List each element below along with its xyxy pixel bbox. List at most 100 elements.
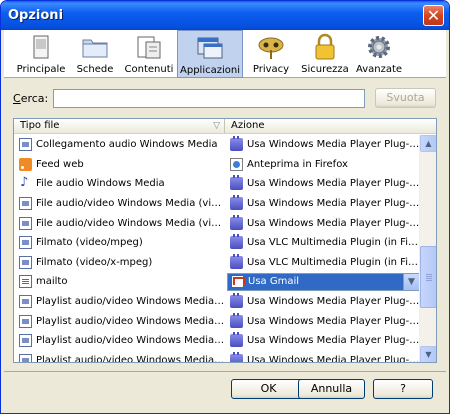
plug-icon	[230, 214, 243, 230]
action-label: Usa Windows Media Player Plug-in Dyn...	[247, 198, 420, 210]
table-row[interactable]: Playlist audio/video Windows Media (ap..…	[14, 292, 420, 312]
type-cell: Playlist audio/video Windows Media (vi..…	[14, 311, 225, 331]
action-cell[interactable]: Usa Windows Media Player Plug-in Dyn...	[225, 292, 420, 312]
media-icon	[19, 334, 32, 348]
media-icon	[19, 353, 32, 362]
type-cell: File audio/video Windows Media (video...	[14, 194, 225, 214]
table-row[interactable]: Filmato (video/mpeg) Usa VLC Multimedia P…	[14, 233, 420, 253]
action-cell[interactable]: Usa Windows Media Player Plug-in Dyn...	[225, 194, 420, 214]
title-bar[interactable]: Opzioni	[1, 1, 449, 30]
tab-principale[interactable]: Principale	[15, 30, 67, 78]
plug-icon	[230, 332, 243, 348]
tab-label: Applicazioni	[180, 65, 240, 76]
action-label: Usa Gmail	[248, 276, 300, 288]
ok-button[interactable]: OK	[231, 379, 306, 399]
close-button[interactable]: ✕	[423, 5, 444, 26]
table-row[interactable]: Collegamento audio Windows Media Usa Wind…	[14, 135, 420, 155]
type-cell: Playlist audio/video Windows Media (vi..…	[14, 351, 225, 363]
list-rows: Collegamento audio Windows Media Usa Wind…	[14, 135, 420, 363]
plug-icon	[230, 351, 243, 362]
dialog-buttons: OK Annulla ?	[1, 379, 449, 403]
type-label: File audio Windows Media	[36, 178, 165, 190]
action-cell[interactable]: Usa VLC Multimedia Plugin (in Firefox)	[225, 233, 420, 253]
tab-avanzate[interactable]: Avanzate	[353, 30, 405, 78]
action-cell[interactable]: Usa Windows Media Player Plug-in Dyn...	[225, 213, 420, 233]
footer-divider	[4, 371, 446, 372]
action-label: Usa Windows Media Player Plug-in Dyn...	[247, 335, 420, 347]
cancel-button[interactable]: Annulla	[298, 379, 365, 399]
table-row[interactable]: Filmato (video/x-mpeg) Usa VLC Multimedia…	[14, 253, 420, 273]
gear-icon	[364, 32, 394, 62]
action-label: Usa Windows Media Player Plug-in Dyn...	[247, 178, 420, 190]
scroll-down-button[interactable]: ▼	[420, 346, 436, 362]
table-row[interactable]: Playlist audio/video Windows Media (vi..…	[14, 311, 420, 331]
lock-icon	[310, 32, 340, 62]
search-label-rest: erca:	[20, 91, 49, 105]
action-cell[interactable]: Anteprima in Firefox	[225, 155, 420, 175]
scroll-up-button[interactable]: ▲	[420, 135, 436, 152]
action-cell[interactable]: Usa Windows Media Player Plug-in Dyn...	[225, 311, 420, 331]
type-cell: File audio/video Windows Media (video...	[14, 213, 225, 233]
plug-icon	[230, 175, 243, 191]
type-cell: Collegamento audio Windows Media	[14, 135, 225, 155]
gmail-icon	[231, 275, 245, 289]
tab-contenuti[interactable]: Contenuti	[123, 30, 175, 78]
action-label: Usa Windows Media Player Plug-in Dyn...	[247, 354, 420, 363]
action-cell[interactable]: Usa Windows Media Player Plug-in Dyn...	[225, 331, 420, 351]
preview-icon	[230, 157, 243, 171]
table-row[interactable]: Playlist audio/video Windows Media (vi..…	[14, 331, 420, 351]
type-cell: File audio Windows Media	[14, 174, 225, 194]
table-row[interactable]: File audio/video Windows Media (video...…	[14, 213, 420, 233]
action-cell[interactable]: Usa Windows Media Player Plug-in Dyn...	[225, 135, 420, 155]
type-label: File audio/video Windows Media (video...	[36, 198, 225, 210]
tab-label: Schede	[76, 64, 114, 75]
type-label: File audio/video Windows Media (video...	[36, 217, 225, 229]
folder-tabs-icon	[80, 32, 110, 62]
help-button[interactable]: ?	[373, 379, 433, 399]
action-cell[interactable]: Usa Windows Media Player Plug-in Dyn...	[225, 351, 420, 363]
search-row: Cerca: Svuota	[13, 88, 438, 108]
action-cell[interactable]: Usa Windows Media Player Plug-in Dyn...	[225, 174, 420, 194]
tab-label: Contenuti	[124, 64, 174, 75]
table-row[interactable]: Playlist audio/video Windows Media (vi..…	[14, 351, 420, 363]
column-header-action[interactable]: Azione	[225, 119, 420, 133]
action-select[interactable]: Usa Gmail ▼	[227, 272, 420, 291]
tab-sicurezza[interactable]: Sicurezza	[299, 30, 351, 78]
type-label: Playlist audio/video Windows Media (vi..…	[36, 315, 225, 327]
search-label: Cerca:	[13, 92, 53, 105]
window-title: Opzioni	[8, 8, 64, 23]
action-cell[interactable]: Usa Gmail ▼	[225, 272, 420, 292]
list-header: Tipo file ▽ Azione	[14, 119, 436, 134]
scrollbar-thumb[interactable]	[420, 246, 436, 308]
search-input[interactable]	[53, 88, 365, 108]
tab-privacy[interactable]: Privacy	[245, 30, 297, 78]
tab-label: Principale	[16, 64, 66, 75]
table-row[interactable]: File audio/video Windows Media (video...…	[14, 194, 420, 214]
table-row[interactable]: Feed web Anteprima in Firefox	[14, 155, 420, 175]
type-label: Playlist audio/video Windows Media (vi..…	[36, 354, 225, 363]
action-label: Usa Windows Media Player Plug-in Dyn...	[247, 315, 420, 327]
column-header-type[interactable]: Tipo file ▽	[14, 119, 225, 133]
tab-applicazioni[interactable]: Applicazioni	[177, 30, 243, 78]
media-icon	[19, 138, 32, 152]
tab-label: Privacy	[252, 64, 290, 75]
type-cell: Playlist audio/video Windows Media (vi..…	[14, 331, 225, 351]
tab-schede[interactable]: Schede	[69, 30, 121, 78]
action-label: Usa VLC Multimedia Plugin (in Firefox)	[247, 256, 420, 268]
media-icon	[19, 314, 32, 328]
options-dialog: Opzioni ✕ Principale Schede Contenuti Ap	[0, 0, 450, 414]
column-header-action-label: Azione	[231, 120, 265, 131]
type-label: Filmato (video/mpeg)	[36, 237, 143, 249]
window-icon	[26, 32, 56, 62]
action-cell[interactable]: Usa VLC Multimedia Plugin (in Firefox)	[225, 253, 420, 273]
note-icon	[19, 175, 32, 190]
vertical-scrollbar[interactable]: ▲ ▼	[419, 135, 436, 362]
table-row[interactable]: File audio Windows Media Usa Windows Medi…	[14, 174, 420, 194]
plug-icon	[230, 312, 243, 328]
chevron-down-icon[interactable]: ▼	[403, 273, 419, 290]
table-row[interactable]: mailto Usa Gmail ▼	[14, 272, 420, 292]
mailto-icon	[19, 275, 32, 289]
applications-icon	[195, 33, 225, 63]
clear-search-button[interactable]: Svuota	[375, 88, 436, 108]
feed-icon	[19, 157, 32, 171]
